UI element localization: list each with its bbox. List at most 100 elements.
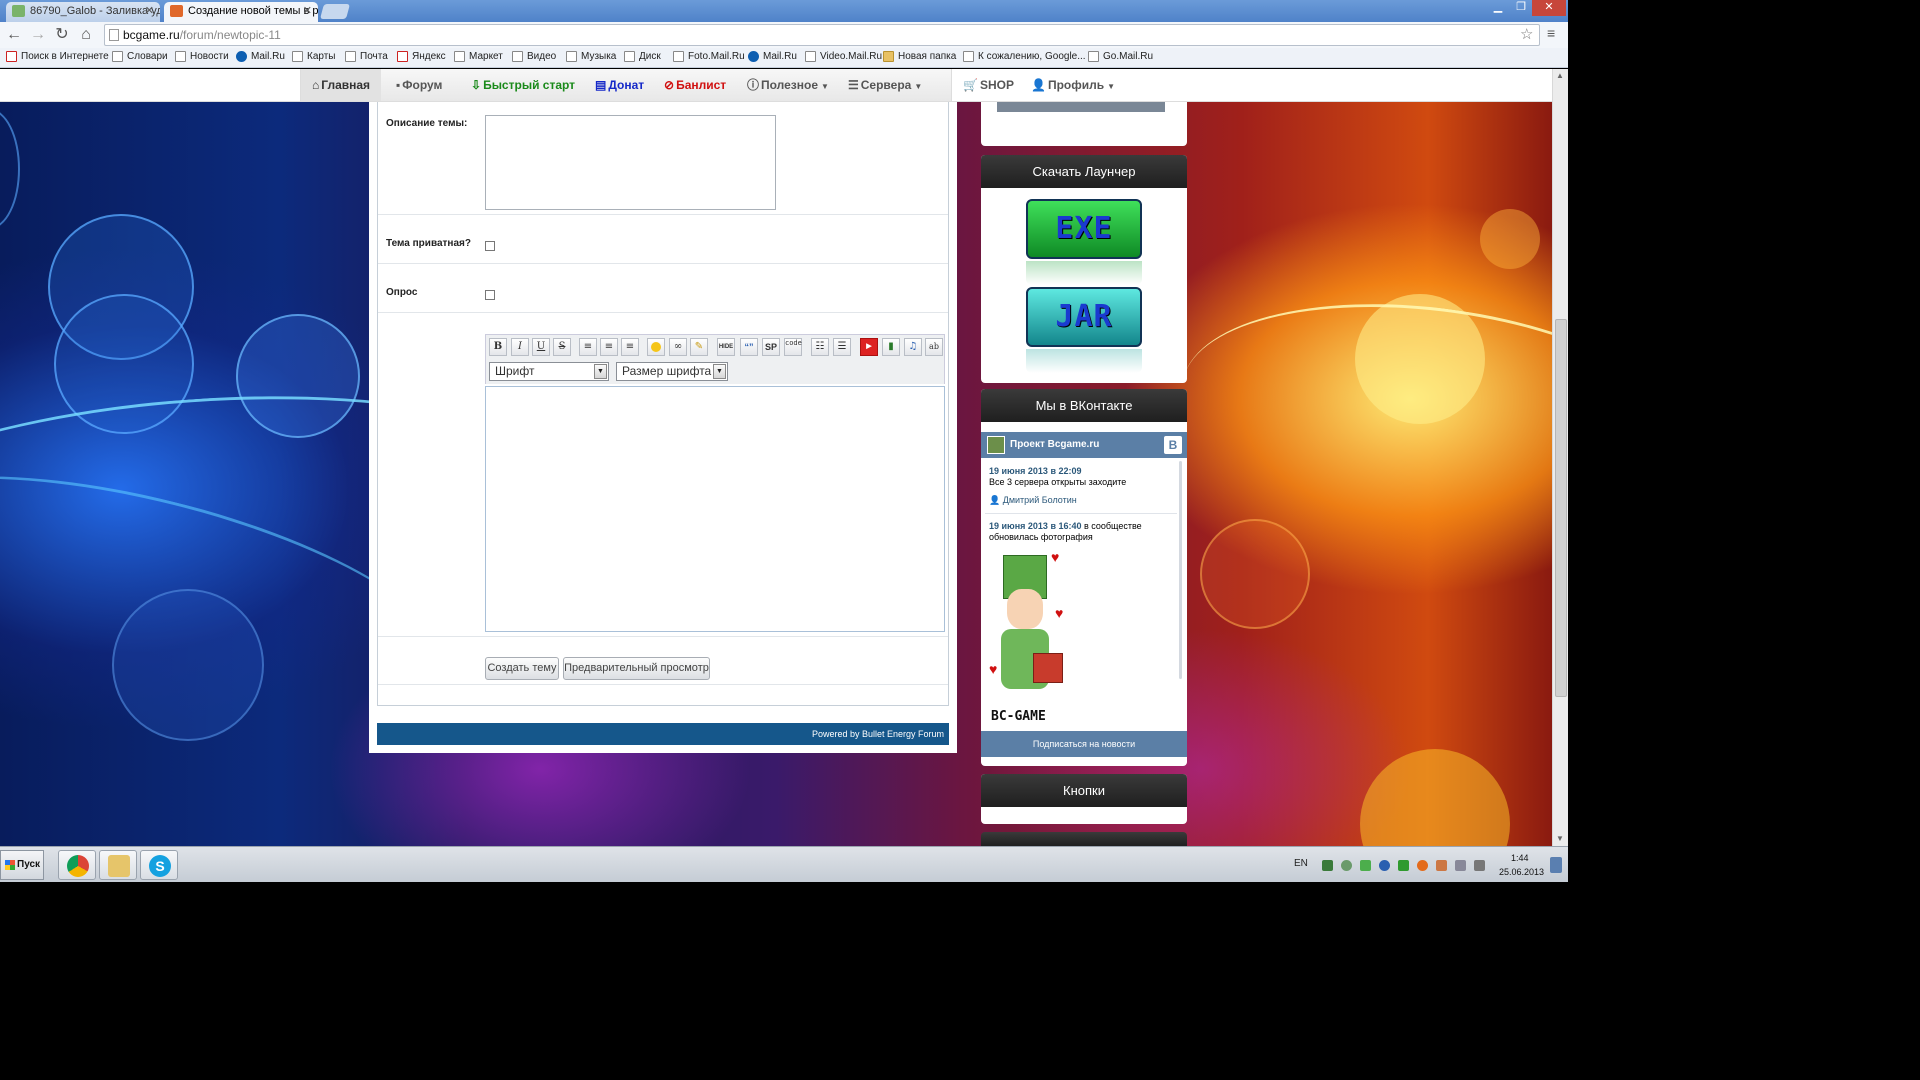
bookmark-item[interactable]: Музыка <box>566 51 616 62</box>
youtube-button[interactable]: ▶ <box>860 338 878 356</box>
vk-scrollbar[interactable] <box>1179 461 1182 679</box>
image-button[interactable]: ✎ <box>690 338 708 356</box>
nav-home[interactable]: ⌂ Главная <box>301 69 381 101</box>
restore-icon[interactable]: ❐ <box>1510 0 1532 16</box>
bookmark-item[interactable]: К сожалению, Google... <box>963 51 1086 62</box>
bookmark-item[interactable]: Карты <box>292 51 336 62</box>
scrollbar-thumb[interactable] <box>1555 319 1567 697</box>
description-textarea[interactable] <box>485 115 776 210</box>
back-arrow-icon[interactable]: ← <box>4 25 24 45</box>
message-textarea[interactable] <box>485 386 945 632</box>
bookmark-item[interactable]: Foto.Mail.Ru <box>673 51 745 62</box>
bookmark-star-icon[interactable]: ☆ <box>1520 25 1533 43</box>
audio-button[interactable]: ♫ <box>904 338 922 356</box>
tray-icon[interactable] <box>1322 860 1333 871</box>
close-tab-icon[interactable]: ✕ <box>303 2 312 20</box>
start-button[interactable]: Пуск <box>0 850 44 880</box>
bookmark-item[interactable]: Диск <box>624 51 661 62</box>
numbered-list-button[interactable]: ☰ <box>833 338 851 356</box>
poll-checkbox[interactable] <box>485 290 495 300</box>
bookmark-item[interactable]: Яндекс <box>397 51 446 62</box>
nav-quickstart[interactable]: ⇩ Быстрый старт <box>471 69 575 101</box>
preview-button[interactable]: Предварительный просмотр <box>563 657 710 680</box>
nav-useful[interactable]: ⓘ Полезное ▼ <box>747 69 829 101</box>
code-button[interactable]: code <box>784 338 802 356</box>
vk-post-author[interactable]: 👤 Дмитрий Болотин <box>989 495 1169 506</box>
taskbar-chrome[interactable] <box>58 850 96 880</box>
clock-time[interactable]: 1:44 <box>1511 853 1529 863</box>
bookmark-item[interactable]: Video.Mail.Ru <box>805 51 882 62</box>
align-left-button[interactable]: ≡ <box>579 338 597 356</box>
nav-servers[interactable]: ☰ Сервера ▼ <box>848 69 922 101</box>
smiley-button[interactable] <box>647 338 665 356</box>
bookmark-item[interactable]: Словари <box>112 51 168 62</box>
bookmark-item[interactable]: Новая папка <box>883 51 956 62</box>
download-jar-button[interactable]: JAR <box>1026 287 1142 347</box>
bookmark-item[interactable]: Новости <box>175 51 229 62</box>
bold-button[interactable]: B <box>489 338 507 356</box>
tray-icon[interactable] <box>1360 860 1371 871</box>
language-indicator[interactable]: EN <box>1294 858 1308 869</box>
browser-tab[interactable]: 86790_Galob - Заливка уда ✕ <box>6 2 160 22</box>
vk-post-image[interactable]: ♥ ♥ ♥ BC-GAME <box>989 549 1079 729</box>
download-exe-button[interactable]: EXE <box>1026 199 1142 259</box>
page-scrollbar[interactable]: ▲ ▼ <box>1552 69 1568 846</box>
video-button[interactable]: ▮ <box>882 338 900 356</box>
nav-profile[interactable]: 👤 Профиль ▼ <box>1031 69 1115 101</box>
nav-banlist[interactable]: ⊘ Банлист <box>664 69 726 101</box>
taskbar-explorer[interactable] <box>99 850 137 880</box>
underline-button[interactable]: U <box>532 338 550 356</box>
check-icon[interactable] <box>1398 860 1409 871</box>
minimize-icon[interactable]: ▁ <box>1486 0 1510 16</box>
font-size-select[interactable]: Размер шрифта ▼ <box>616 362 728 381</box>
home-icon[interactable]: ⌂ <box>76 25 96 45</box>
strike-button[interactable]: S <box>553 338 571 356</box>
close-tab-icon[interactable]: ✕ <box>145 2 154 20</box>
scroll-up-icon[interactable]: ▲ <box>1556 71 1564 80</box>
firefox-icon[interactable] <box>1417 860 1428 871</box>
bookmark-item[interactable]: Поиск в Интернете <box>6 51 109 62</box>
monitor-icon[interactable] <box>1455 860 1466 871</box>
post-date[interactable]: 19 июня 2013 в 22:09 <box>989 466 1082 476</box>
quote-button[interactable]: “” <box>740 338 758 356</box>
menu-icon[interactable]: ≡ <box>1547 25 1555 41</box>
network-icon[interactable] <box>1341 860 1352 871</box>
forward-arrow-icon[interactable]: → <box>28 25 48 45</box>
close-window-icon[interactable]: ✕ <box>1532 0 1566 16</box>
vk-subscribe-button[interactable]: Подписаться на новости <box>981 731 1187 757</box>
spoiler-button[interactable]: SP <box>762 338 780 356</box>
align-center-button[interactable]: ≡ <box>600 338 618 356</box>
post-date[interactable]: 19 июня 2013 в 16:40 <box>989 521 1082 531</box>
font-select[interactable]: Шрифт ▼ <box>489 362 609 381</box>
speaker-icon[interactable] <box>1474 860 1485 871</box>
bookmark-item[interactable]: Mail.Ru <box>236 51 285 62</box>
show-desktop-icon[interactable] <box>1550 857 1562 873</box>
create-topic-button[interactable]: Создать тему <box>485 657 559 680</box>
scroll-down-icon[interactable]: ▼ <box>1556 834 1564 843</box>
address-bar[interactable]: bcgame.ru/forum/newtopic-11 <box>104 24 1540 46</box>
align-right-button[interactable]: ≡ <box>621 338 639 356</box>
spellcheck-button[interactable]: ab <box>925 338 943 356</box>
new-tab-button[interactable] <box>319 4 351 19</box>
bookmark-item[interactable]: Видео <box>512 51 556 62</box>
nav-shop[interactable]: 🛒 SHOP <box>963 69 1014 101</box>
bookmark-item[interactable]: Почта <box>345 51 388 62</box>
bookmark-item[interactable]: Mail.Ru <box>748 51 797 62</box>
tray-icon[interactable] <box>1379 860 1390 871</box>
vk-group-header[interactable]: Проект Bcgame.ru B <box>981 432 1187 458</box>
nav-donate[interactable]: ▤ Донат <box>595 69 644 101</box>
taskbar-skype[interactable]: S <box>140 850 178 880</box>
hide-button[interactable]: HIDE <box>717 338 735 356</box>
reload-icon[interactable]: ↻ <box>52 25 72 45</box>
bookmark-item[interactable]: Маркет <box>454 51 503 62</box>
link-button[interactable]: ∞ <box>669 338 687 356</box>
clock-date[interactable]: 25.06.2013 <box>1499 867 1544 877</box>
italic-button[interactable]: I <box>511 338 529 356</box>
bookmark-item[interactable]: Go.Mail.Ru <box>1088 51 1153 62</box>
browser-tab-active[interactable]: Создание новой темы в ра ✕ <box>164 2 318 22</box>
browser-titlebar: 86790_Galob - Заливка уда ✕ Создание нов… <box>0 0 1568 22</box>
nav-forum[interactable]: ▪ Форум <box>396 69 442 101</box>
flag-icon[interactable] <box>1436 860 1447 871</box>
bulleted-list-button[interactable]: ☷ <box>811 338 829 356</box>
private-checkbox[interactable] <box>485 241 495 251</box>
